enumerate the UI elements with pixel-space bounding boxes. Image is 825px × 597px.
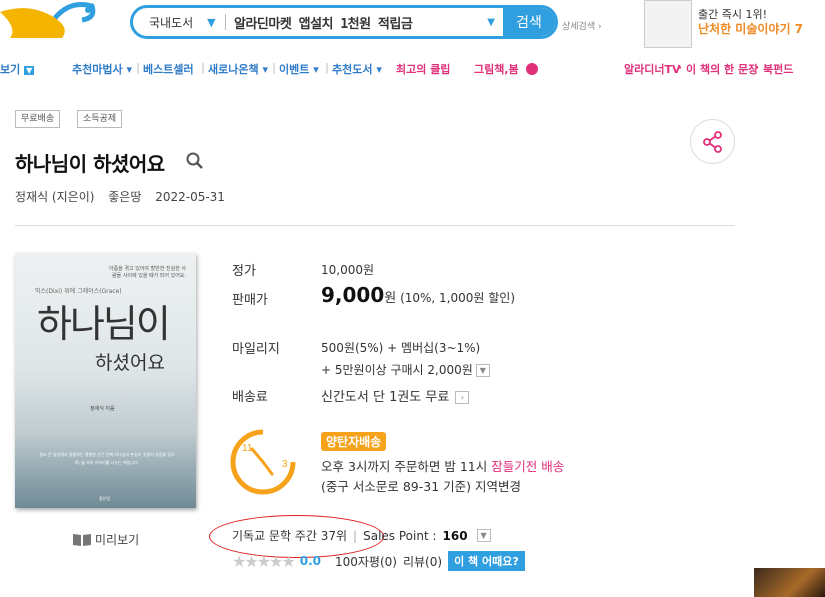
search-input[interactable]: 알라딘마켓 앱설치 1천원 적립금	[226, 13, 487, 32]
nav-separator: |	[325, 61, 330, 74]
category-nav: 보기 ▼ 추천마법사 ▾ | 베스트셀러 | 새로나온책 ▾ | 이벤트 ▾ |…	[0, 61, 825, 81]
mileage-line2-text: + 5만원이상 구매시 2,000원	[321, 363, 473, 377]
chevron-right-icon[interactable]: ›	[455, 391, 470, 404]
list-price-value: 10,000원	[321, 263, 375, 277]
sale-price-unit: 원	[384, 291, 397, 306]
cover-blurb: 결코 큰 일상에서 경험하는 평범한 순간 안에 하나님의 손길이 깃들어 있음…	[39, 452, 175, 465]
search-button[interactable]: 검색	[503, 8, 555, 36]
nav-view-toggle[interactable]: 보기 ▼	[0, 61, 35, 77]
delivery-address: (중구 서소문로 89-31 기준)	[321, 479, 475, 494]
author-link[interactable]: 정재식 (지은이)	[15, 190, 94, 204]
cover-author: 정재식 지음	[90, 406, 115, 412]
nav-item-recommend-wizard[interactable]: 추천마법사 ▾	[72, 61, 132, 77]
mileage-line1: 500원(5%) + 멤버십(3~1%)	[321, 341, 481, 355]
rating-value: 0.0	[299, 554, 321, 568]
delivery-line2: (중구 서소문로 89-31 기준) 지역변경	[321, 476, 521, 495]
nav-link-book-sentence[interactable]: 이 책의 한 문장	[686, 61, 758, 77]
publisher-link[interactable]: 좋은땅	[108, 190, 141, 204]
nav-item-events[interactable]: 이벤트 ▾	[279, 61, 319, 77]
share-icon	[702, 130, 722, 153]
sales-point-value: 160	[442, 528, 468, 543]
delivery-line1-text: 오후 3시까지 주문하면 밤 11시	[321, 459, 492, 474]
section-divider	[15, 225, 735, 226]
mileage-label: 마일리지	[232, 342, 280, 357]
chevron-down-icon[interactable]: ▼	[476, 529, 491, 542]
nav-view-label: 보기	[0, 63, 21, 76]
nav-item-label: 베스트셀러	[143, 63, 194, 76]
share-button[interactable]	[690, 119, 735, 164]
book-title: 하나님이 하셨어요	[15, 152, 165, 176]
chevron-down-icon: ▼	[207, 15, 216, 29]
delivery-type-text: 잠들기전 배송	[491, 459, 565, 474]
shipping-info: 신간도서 단 1권도 무료 ›	[321, 386, 470, 405]
nav-bullet: ·	[678, 61, 683, 74]
search-bar: 국내도서 ▼ 알라딘마켓 앱설치 1천원 적립금 ▼ 검색	[130, 5, 558, 39]
rating-row: ★★★★★ 0.0 100자평(0) 리뷰(0) 이 책 어때요?	[232, 551, 525, 571]
category-rank-link[interactable]: 기독교 문학 주간 37위	[232, 527, 347, 544]
promo-book-thumbnail[interactable]	[644, 0, 692, 48]
aladin-logo[interactable]	[0, 0, 100, 42]
cover-title-main: 하나님이	[37, 302, 171, 346]
nav-item-label: 새로나온책	[208, 63, 259, 76]
star-rating-icon: ★★★★★	[232, 551, 296, 571]
separator: |	[353, 528, 358, 543]
shipping-label: 배송료	[232, 390, 268, 405]
list-price-label: 정가	[232, 264, 256, 279]
free-shipping-tag: 무료배송	[15, 110, 61, 128]
preview-button[interactable]: 미리보기	[72, 531, 139, 548]
shipping-value: 신간도서 단 1권도 무료	[321, 390, 450, 405]
rank-row: 기독교 문학 주간 37위 | Sales Point : 160 ▼	[232, 527, 491, 544]
search-icon[interactable]	[186, 152, 204, 170]
chat-bubble-icon	[526, 63, 538, 75]
cover-top-text: 아픔을 겪고 있어야 할만한 진실한 사람들 사이에 있을 때가 되어 있어요.	[109, 266, 186, 279]
cover-title-sub: 하셨어요	[95, 352, 165, 374]
clock-icon: 11 3	[230, 429, 296, 495]
advanced-search-label: 상세검색	[562, 22, 596, 32]
tax-deduction-tag: 소득공제	[77, 110, 123, 128]
side-banner-thumbnail[interactable]	[754, 568, 825, 597]
nav-item-best-clip[interactable]: 최고의 클립	[396, 61, 450, 77]
book-cover[interactable]: 아픔을 겪고 있어야 할만한 진실한 사람들 사이에 있을 때가 되어 있어요.…	[15, 253, 196, 508]
nav-link-bookfund[interactable]: 북펀드	[763, 61, 793, 77]
sale-price: 9,000원 (10%, 1,000원 할인)	[321, 283, 515, 307]
sale-discount: (10%, 1,000원 할인)	[400, 291, 516, 305]
promo-book-title[interactable]: 난처한 미술이야기 7	[698, 20, 803, 37]
dropdown-arrow-icon[interactable]: ▼	[487, 17, 503, 28]
preview-label: 미리보기	[95, 533, 140, 547]
delivery-line1: 오후 3시까지 주문하면 밤 11시 잠들기전 배송	[321, 456, 564, 475]
chevron-down-icon[interactable]: ▼	[475, 364, 490, 377]
nav-item-recommended[interactable]: 추천도서 ▾	[332, 61, 382, 77]
search-category-value: 국내도서	[149, 15, 194, 30]
clock-number-3: 3	[282, 459, 288, 470]
nav-separator: |	[136, 61, 141, 74]
mileage-line2: + 5만원이상 구매시 2,000원 ▼	[321, 361, 490, 378]
cover-publisher: 좋은땅	[99, 496, 111, 501]
chevron-down-icon: ▼	[24, 66, 35, 75]
ask-about-book-button[interactable]: 이 책 어때요?	[448, 551, 525, 571]
nav-item-bestseller[interactable]: 베스트셀러	[143, 61, 194, 77]
sale-price-label: 판매가	[232, 293, 268, 308]
nav-bullet: ·	[755, 61, 760, 74]
book-meta: 정재식 (지은이) 좋은땅 2022-05-31	[15, 188, 235, 205]
nav-item-label: 추천마법사	[72, 63, 123, 76]
search-category-select[interactable]: 국내도서 ▼	[133, 14, 225, 31]
delivery-type-badge: 양탄자배송	[321, 432, 387, 451]
nav-item-label: 이벤트	[279, 63, 310, 76]
open-book-icon	[73, 533, 91, 546]
change-region-link[interactable]: 지역변경	[475, 479, 521, 494]
short-review-link[interactable]: 100자평(0)	[335, 553, 397, 570]
nav-item-new-books[interactable]: 새로나온책 ▾	[208, 61, 268, 77]
sale-price-value: 9,000	[321, 283, 385, 307]
nav-link-aladiner-tv[interactable]: 알라디너TV	[624, 61, 681, 77]
sales-point-label: Sales Point :	[363, 528, 437, 543]
nav-separator: |	[272, 61, 277, 74]
nav-item-label: 추천도서	[332, 63, 373, 76]
publish-date: 2022-05-31	[155, 190, 225, 204]
advanced-search-link[interactable]: 상세검색 ›	[562, 19, 602, 32]
nav-separator: |	[201, 61, 206, 74]
review-link[interactable]: 리뷰(0)	[403, 553, 442, 570]
nav-item-picture-books[interactable]: 그림책,봄	[474, 61, 519, 77]
